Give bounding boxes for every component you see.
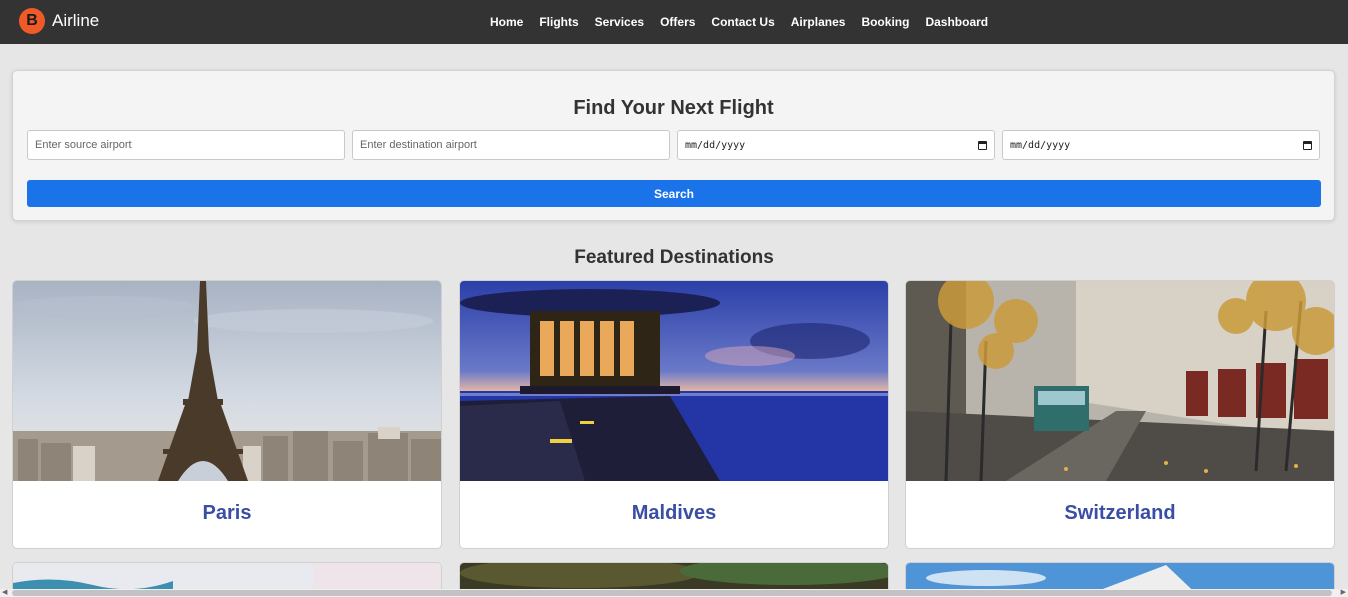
calendar-icon[interactable] xyxy=(978,140,987,150)
nav-offers[interactable]: Offers xyxy=(660,15,695,29)
depart-date-input[interactable]: mm/dd/yyyy xyxy=(677,130,995,160)
featured-destinations-title: Featured Destinations xyxy=(574,247,774,268)
nav-dashboard[interactable]: Dashboard xyxy=(925,15,988,29)
switzerland-image xyxy=(906,281,1334,481)
destination-airport-input[interactable]: Enter destination airport xyxy=(352,130,670,160)
destination-card-paris[interactable]: Paris xyxy=(12,280,442,549)
calendar-icon[interactable] xyxy=(1303,140,1312,150)
nav-contact-us[interactable]: Contact Us xyxy=(711,15,774,29)
search-button[interactable]: Search xyxy=(27,180,1321,207)
scroll-left-arrow-icon[interactable]: ◀ xyxy=(2,589,7,597)
nav-services[interactable]: Services xyxy=(595,15,644,29)
nav-links: Home Flights Services Offers Contact Us … xyxy=(490,0,988,44)
depart-date-value: mm/dd/yyyy xyxy=(685,139,746,151)
scroll-thumb[interactable] xyxy=(12,590,1332,596)
destination-name: Switzerland xyxy=(1064,502,1176,524)
nav-booking[interactable]: Booking xyxy=(861,15,909,29)
destination-card-switzerland[interactable]: Switzerland xyxy=(905,280,1335,549)
paris-image xyxy=(13,281,441,481)
top-navbar: B Airline Home Flights Services Offers C… xyxy=(0,0,1348,44)
search-title: Find Your Next Flight xyxy=(573,97,774,119)
horizontal-scrollbar[interactable]: ◀ ▶ xyxy=(0,589,1348,597)
scroll-right-arrow-icon[interactable]: ▶ xyxy=(1341,589,1346,597)
flight-search-card: Find Your Next Flight Enter source airpo… xyxy=(12,70,1335,221)
destination-name: Maldives xyxy=(631,502,717,524)
destination-card-maldives[interactable]: Maldives xyxy=(459,280,889,549)
return-date-value: mm/dd/yyyy xyxy=(1010,139,1071,151)
nav-airplanes[interactable]: Airplanes xyxy=(791,15,846,29)
return-date-input[interactable]: mm/dd/yyyy xyxy=(1002,130,1320,160)
nav-home[interactable]: Home xyxy=(490,15,523,29)
brand-name: Airline xyxy=(52,11,100,30)
source-airport-input[interactable]: Enter source airport xyxy=(27,130,345,160)
nav-flights[interactable]: Flights xyxy=(539,15,578,29)
brand-logo: B xyxy=(19,8,45,34)
destination-name: Paris xyxy=(202,502,252,524)
maldives-image xyxy=(460,281,888,481)
brand[interactable]: B Airline xyxy=(19,8,99,34)
